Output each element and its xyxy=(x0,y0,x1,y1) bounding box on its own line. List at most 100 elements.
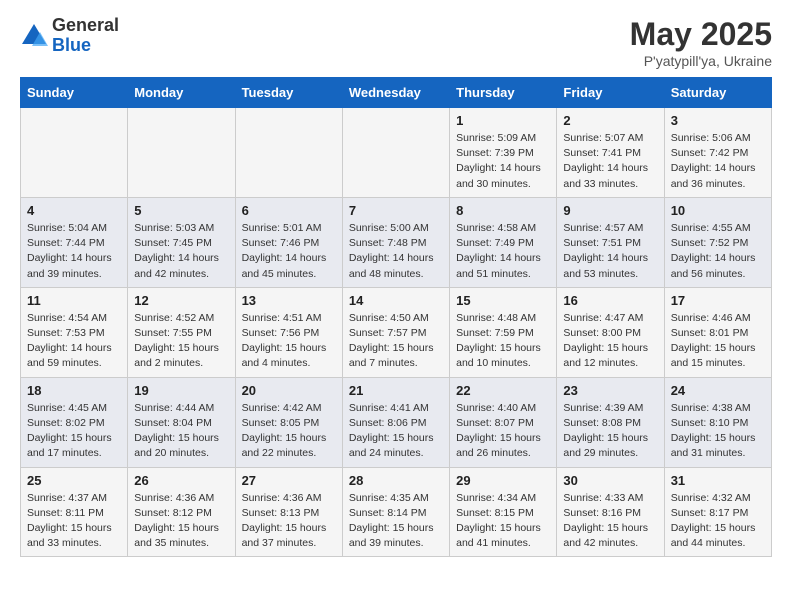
calendar-cell xyxy=(235,108,342,198)
calendar-location: P'yatypill'ya, Ukraine xyxy=(630,53,772,69)
calendar-cell: 19 Sunrise: 4:44 AMSunset: 8:04 PMDayligh… xyxy=(128,377,235,467)
calendar-cell: 13 Sunrise: 4:51 AMSunset: 7:56 PMDayligh… xyxy=(235,287,342,377)
calendar-table: SundayMondayTuesdayWednesdayThursdayFrid… xyxy=(20,77,772,557)
day-number: 26 xyxy=(134,473,228,488)
day-info: Sunrise: 4:39 AMSunset: 8:08 PMDaylight:… xyxy=(563,401,657,462)
day-info: Sunrise: 4:32 AMSunset: 8:17 PMDaylight:… xyxy=(671,491,765,552)
day-number: 4 xyxy=(27,203,121,218)
day-info: Sunrise: 4:54 AMSunset: 7:53 PMDaylight:… xyxy=(27,311,121,372)
day-number: 25 xyxy=(27,473,121,488)
calendar-cell: 14 Sunrise: 4:50 AMSunset: 7:57 PMDayligh… xyxy=(342,287,449,377)
day-number: 28 xyxy=(349,473,443,488)
calendar-week-2: 4 Sunrise: 5:04 AMSunset: 7:44 PMDaylight… xyxy=(21,197,772,287)
day-number: 6 xyxy=(242,203,336,218)
calendar-cell: 5Sunrise: 5:03 AMSunset: 7:45 PMDaylight… xyxy=(128,197,235,287)
day-number: 14 xyxy=(349,293,443,308)
calendar-cell: 11 Sunrise: 4:54 AMSunset: 7:53 PMDayligh… xyxy=(21,287,128,377)
day-info: Sunrise: 5:00 AMSunset: 7:48 PMDaylight:… xyxy=(349,221,443,282)
calendar-cell: 28Sunrise: 4:35 AMSunset: 8:14 PMDayligh… xyxy=(342,467,449,557)
day-info: Sunrise: 4:57 AMSunset: 7:51 PMDaylight:… xyxy=(563,221,657,282)
day-info: Sunrise: 4:33 AMSunset: 8:16 PMDaylight:… xyxy=(563,491,657,552)
day-number: 1 xyxy=(456,113,550,128)
day-info: Sunrise: 4:51 AMSunset: 7:56 PMDaylight:… xyxy=(242,311,336,372)
calendar-cell: 25 Sunrise: 4:37 AMSunset: 8:11 PMDayligh… xyxy=(21,467,128,557)
calendar-cell: 21 Sunrise: 4:41 AMSunset: 8:06 PMDayligh… xyxy=(342,377,449,467)
calendar-cell: 30 Sunrise: 4:33 AMSunset: 8:16 PMDayligh… xyxy=(557,467,664,557)
logo-blue-text: Blue xyxy=(52,36,119,56)
day-info: Sunrise: 4:38 AMSunset: 8:10 PMDaylight:… xyxy=(671,401,765,462)
day-info: Sunrise: 4:37 AMSunset: 8:11 PMDaylight:… xyxy=(27,491,121,552)
calendar-cell: 6 Sunrise: 5:01 AMSunset: 7:46 PMDaylight… xyxy=(235,197,342,287)
day-info: Sunrise: 5:01 AMSunset: 7:46 PMDaylight:… xyxy=(242,221,336,282)
calendar-cell: 15 Sunrise: 4:48 AMSunset: 7:59 PMDayligh… xyxy=(450,287,557,377)
day-header-saturday: Saturday xyxy=(664,78,771,108)
calendar-cell: 7Sunrise: 5:00 AMSunset: 7:48 PMDaylight… xyxy=(342,197,449,287)
day-info: Sunrise: 4:42 AMSunset: 8:05 PMDaylight:… xyxy=(242,401,336,462)
page-header: General Blue May 2025 P'yatypill'ya, Ukr… xyxy=(0,0,792,77)
calendar-cell: 16Sunrise: 4:47 AMSunset: 8:00 PMDayligh… xyxy=(557,287,664,377)
calendar-cell: 24 Sunrise: 4:38 AMSunset: 8:10 PMDayligh… xyxy=(664,377,771,467)
calendar-title: May 2025 xyxy=(630,16,772,53)
day-number: 18 xyxy=(27,383,121,398)
day-info: Sunrise: 4:50 AMSunset: 7:57 PMDaylight:… xyxy=(349,311,443,372)
day-number: 20 xyxy=(242,383,336,398)
day-number: 27 xyxy=(242,473,336,488)
calendar-cell: 31Sunrise: 4:32 AMSunset: 8:17 PMDayligh… xyxy=(664,467,771,557)
calendar-cell: 26 Sunrise: 4:36 AMSunset: 8:12 PMDayligh… xyxy=(128,467,235,557)
logo: General Blue xyxy=(20,16,119,56)
day-number: 24 xyxy=(671,383,765,398)
day-info: Sunrise: 5:06 AMSunset: 7:42 PMDaylight:… xyxy=(671,131,765,192)
day-header-friday: Friday xyxy=(557,78,664,108)
calendar-cell: 18 Sunrise: 4:45 AMSunset: 8:02 PMDayligh… xyxy=(21,377,128,467)
day-info: Sunrise: 4:52 AMSunset: 7:55 PMDaylight:… xyxy=(134,311,228,372)
day-number: 3 xyxy=(671,113,765,128)
day-number: 29 xyxy=(456,473,550,488)
day-number: 12 xyxy=(134,293,228,308)
day-info: Sunrise: 4:46 AMSunset: 8:01 PMDaylight:… xyxy=(671,311,765,372)
day-number: 30 xyxy=(563,473,657,488)
calendar-cell: 12 Sunrise: 4:52 AMSunset: 7:55 PMDayligh… xyxy=(128,287,235,377)
calendar-week-4: 18 Sunrise: 4:45 AMSunset: 8:02 PMDayligh… xyxy=(21,377,772,467)
calendar-cell: 8 Sunrise: 4:58 AMSunset: 7:49 PMDaylight… xyxy=(450,197,557,287)
day-header-wednesday: Wednesday xyxy=(342,78,449,108)
calendar-cell: 2Sunrise: 5:07 AMSunset: 7:41 PMDaylight… xyxy=(557,108,664,198)
calendar-header-row: SundayMondayTuesdayWednesdayThursdayFrid… xyxy=(21,78,772,108)
day-number: 22 xyxy=(456,383,550,398)
day-number: 9 xyxy=(563,203,657,218)
calendar-cell: 9 Sunrise: 4:57 AMSunset: 7:51 PMDaylight… xyxy=(557,197,664,287)
day-number: 19 xyxy=(134,383,228,398)
calendar-cell xyxy=(128,108,235,198)
day-info: Sunrise: 4:48 AMSunset: 7:59 PMDaylight:… xyxy=(456,311,550,372)
day-info: Sunrise: 4:36 AMSunset: 8:12 PMDaylight:… xyxy=(134,491,228,552)
calendar-cell: 27Sunrise: 4:36 AMSunset: 8:13 PMDayligh… xyxy=(235,467,342,557)
day-number: 8 xyxy=(456,203,550,218)
day-info: Sunrise: 4:41 AMSunset: 8:06 PMDaylight:… xyxy=(349,401,443,462)
day-number: 15 xyxy=(456,293,550,308)
calendar-cell: 22Sunrise: 4:40 AMSunset: 8:07 PMDayligh… xyxy=(450,377,557,467)
logo-icon xyxy=(20,22,48,50)
calendar-cell: 10Sunrise: 4:55 AMSunset: 7:52 PMDayligh… xyxy=(664,197,771,287)
day-number: 23 xyxy=(563,383,657,398)
day-number: 16 xyxy=(563,293,657,308)
calendar-cell: 17 Sunrise: 4:46 AMSunset: 8:01 PMDayligh… xyxy=(664,287,771,377)
day-info: Sunrise: 5:04 AMSunset: 7:44 PMDaylight:… xyxy=(27,221,121,282)
title-block: May 2025 P'yatypill'ya, Ukraine xyxy=(630,16,772,69)
calendar-week-1: 1Sunrise: 5:09 AMSunset: 7:39 PMDaylight… xyxy=(21,108,772,198)
day-info: Sunrise: 4:34 AMSunset: 8:15 PMDaylight:… xyxy=(456,491,550,552)
day-info: Sunrise: 4:58 AMSunset: 7:49 PMDaylight:… xyxy=(456,221,550,282)
day-header-tuesday: Tuesday xyxy=(235,78,342,108)
calendar-week-3: 11 Sunrise: 4:54 AMSunset: 7:53 PMDayligh… xyxy=(21,287,772,377)
day-header-thursday: Thursday xyxy=(450,78,557,108)
day-info: Sunrise: 4:44 AMSunset: 8:04 PMDaylight:… xyxy=(134,401,228,462)
calendar-cell xyxy=(342,108,449,198)
calendar-cell xyxy=(21,108,128,198)
day-number: 13 xyxy=(242,293,336,308)
calendar-cell: 20 Sunrise: 4:42 AMSunset: 8:05 PMDayligh… xyxy=(235,377,342,467)
day-number: 5 xyxy=(134,203,228,218)
day-number: 2 xyxy=(563,113,657,128)
day-number: 11 xyxy=(27,293,121,308)
day-number: 10 xyxy=(671,203,765,218)
day-number: 21 xyxy=(349,383,443,398)
day-number: 17 xyxy=(671,293,765,308)
day-info: Sunrise: 4:45 AMSunset: 8:02 PMDaylight:… xyxy=(27,401,121,462)
